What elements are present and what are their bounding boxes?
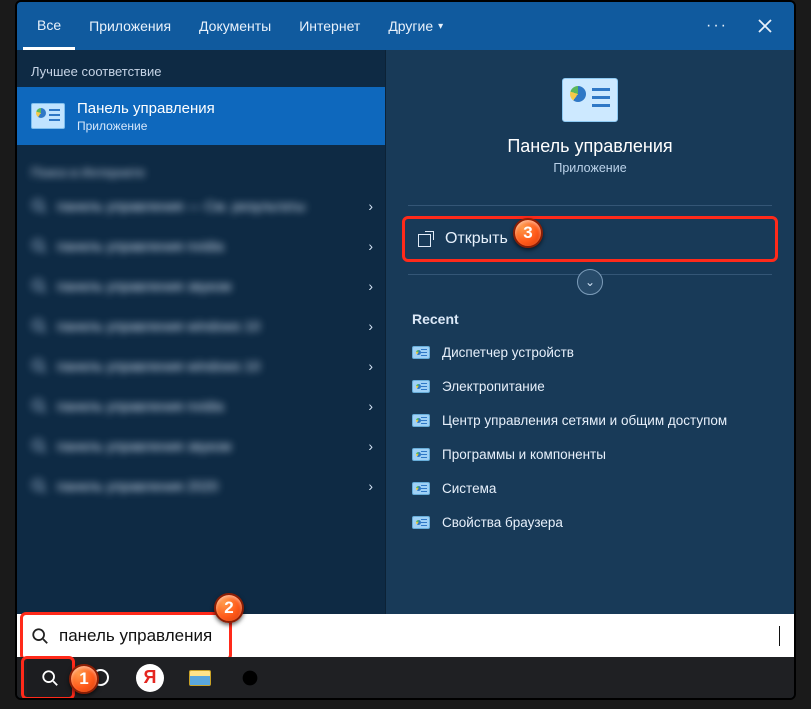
tab-all[interactable]: Все (23, 2, 75, 50)
more-options-button[interactable]: ··· (692, 17, 742, 35)
suggestion-text: панель управления nvidia (57, 398, 224, 414)
open-icon (418, 232, 433, 247)
close-button[interactable] (742, 2, 788, 50)
best-match-item[interactable]: Панель управления Приложение (17, 87, 385, 145)
web-suggestion-item[interactable]: панель управления windows 10 › (17, 306, 385, 346)
search-icon (31, 478, 47, 494)
preview-subtitle: Приложение (553, 161, 626, 175)
chevron-down-icon: ▾ (438, 21, 443, 32)
open-label: Открыть (445, 230, 508, 248)
control-panel-icon (412, 482, 430, 495)
control-panel-icon (412, 346, 430, 359)
control-panel-icon (412, 380, 430, 393)
chevron-right-icon: › (368, 318, 373, 334)
taskbar: Я (17, 657, 794, 698)
tab-other[interactable]: Другие ▾ (374, 2, 457, 50)
best-match-label: Лучшее соответствие (17, 50, 385, 87)
tab-apps[interactable]: Приложения (75, 2, 185, 50)
results-pane: Лучшее соответствие Панель управления Пр… (17, 50, 385, 614)
suggestion-text: панель управления звуком (57, 438, 231, 454)
recent-item-label: Программы и компоненты (442, 447, 606, 462)
control-panel-icon (412, 448, 430, 461)
recent-item[interactable]: Система (408, 471, 772, 505)
search-icon (31, 358, 47, 374)
recent-item-label: Диспетчер устройств (442, 345, 574, 360)
recent-item-label: Система (442, 481, 496, 496)
control-panel-icon (412, 516, 430, 529)
web-suggestion-item[interactable]: панель управления nvidia › (17, 226, 385, 266)
control-panel-icon (412, 414, 430, 427)
recent-block: Recent Диспетчер устройств Электропитание… (386, 295, 794, 539)
search-input[interactable] (59, 626, 780, 646)
recent-item[interactable]: Центр управления сетями и общим доступом (408, 403, 772, 437)
chevron-right-icon: › (368, 478, 373, 494)
search-icon (31, 238, 47, 254)
tab-other-label: Другие (388, 18, 433, 34)
search-icon (31, 627, 49, 645)
control-panel-icon (562, 78, 618, 122)
file-explorer-icon (189, 670, 211, 686)
search-icon (31, 438, 47, 454)
search-icon (31, 278, 47, 294)
chevron-right-icon: › (368, 278, 373, 294)
text-cursor (779, 626, 780, 646)
annotation-marker-3: 3 (513, 218, 543, 248)
best-match-subtitle: Приложение (77, 119, 215, 133)
taskbar-settings-button[interactable] (227, 658, 273, 698)
suggestion-text: панель управления 2020 (57, 478, 218, 494)
chevron-right-icon: › (368, 238, 373, 254)
open-button[interactable]: Открыть (404, 218, 776, 260)
search-tabs: Все Приложения Документы Интернет Другие… (17, 2, 794, 50)
best-match-title: Панель управления (77, 100, 215, 117)
suggestion-text: панель управления — См. результаты (57, 198, 305, 214)
web-suggestion-item[interactable]: панель управления 2020 › (17, 466, 385, 506)
recent-label: Recent (412, 311, 772, 327)
search-icon (41, 669, 59, 687)
gear-icon (227, 655, 273, 701)
web-suggestion-item[interactable]: панель управления nvidia › (17, 386, 385, 426)
recent-item-label: Центр управления сетями и общим доступом (442, 413, 727, 428)
web-suggestion-item[interactable]: панель управления — См. результаты › (17, 186, 385, 226)
preview-title: Панель управления (507, 136, 672, 157)
control-panel-icon (31, 103, 65, 129)
recent-item[interactable]: Электропитание (408, 369, 772, 403)
windows-search-panel: Все Приложения Документы Интернет Другие… (15, 0, 796, 700)
taskbar-yandex-button[interactable]: Я (127, 658, 173, 698)
taskbar-explorer-button[interactable] (177, 658, 223, 698)
preview-pane: Панель управления Приложение Открыть ⌄ R… (385, 50, 794, 614)
suggestion-text: панель управления nvidia (57, 238, 224, 254)
search-icon (31, 398, 47, 414)
tab-internet[interactable]: Интернет (285, 2, 374, 50)
web-suggestion-item[interactable]: панель управления windows 10 › (17, 346, 385, 386)
recent-item[interactable]: Программы и компоненты (408, 437, 772, 471)
chevron-right-icon: › (368, 438, 373, 454)
web-suggestions-label: Поиск в Интернете (17, 159, 385, 186)
suggestion-text: панель управления windows 10 (57, 318, 260, 334)
recent-item-label: Электропитание (442, 379, 545, 394)
divider (408, 205, 772, 206)
suggestion-text: панель управления звуком (57, 278, 231, 294)
chevron-right-icon: › (368, 398, 373, 414)
expand-button[interactable]: ⌄ (577, 269, 603, 295)
annotation-marker-2: 2 (214, 593, 244, 623)
recent-item[interactable]: Свойства браузера (408, 505, 772, 539)
taskbar-search-button[interactable] (27, 658, 73, 698)
recent-item[interactable]: Диспетчер устройств (408, 335, 772, 369)
search-bar[interactable] (17, 614, 794, 658)
web-suggestion-item[interactable]: панель управления звуком › (17, 266, 385, 306)
suggestion-text: панель управления windows 10 (57, 358, 260, 374)
search-icon (31, 318, 47, 334)
search-icon (31, 198, 47, 214)
tab-documents[interactable]: Документы (185, 2, 285, 50)
yandex-icon: Я (136, 664, 164, 692)
web-suggestion-item[interactable]: панель управления звуком › (17, 426, 385, 466)
search-body: Лучшее соответствие Панель управления Пр… (17, 50, 794, 614)
annotation-marker-1: 1 (69, 664, 99, 694)
recent-item-label: Свойства браузера (442, 515, 563, 530)
web-suggestions: Поиск в Интернете панель управления — См… (17, 145, 385, 506)
preview-hero: Панель управления Приложение (386, 50, 794, 191)
close-icon (757, 18, 773, 34)
chevron-right-icon: › (368, 358, 373, 374)
chevron-right-icon: › (368, 198, 373, 214)
